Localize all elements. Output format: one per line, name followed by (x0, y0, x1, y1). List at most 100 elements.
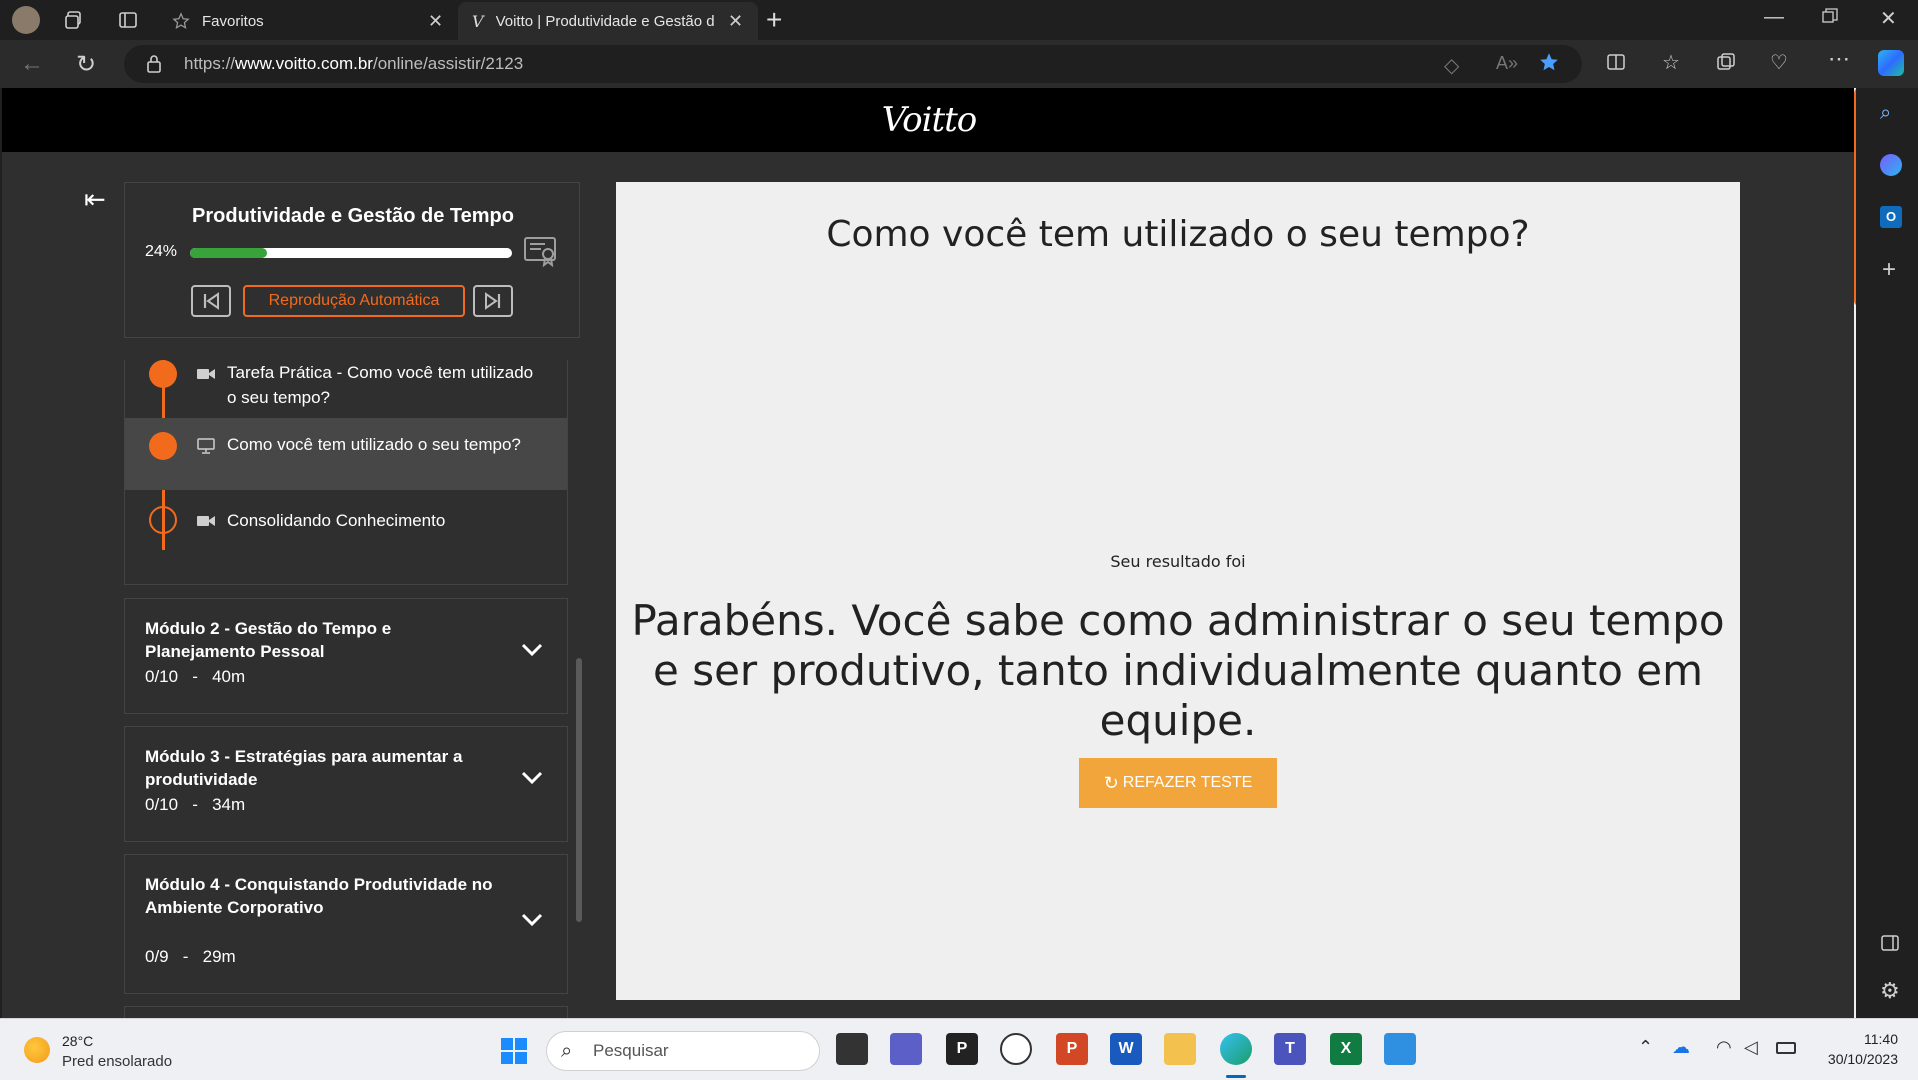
chevron-down-icon[interactable] (521, 771, 543, 790)
monitor-icon (197, 436, 215, 461)
weather-description[interactable]: Pred ensolarado (62, 1053, 172, 1070)
workspaces-icon[interactable] (62, 8, 86, 32)
favorites-icon[interactable]: ☆ (1662, 50, 1680, 75)
collapse-sidebar-icon[interactable]: ⇤ (84, 184, 106, 215)
tab-favoritos[interactable]: Favoritos ✕ (160, 2, 450, 40)
p-app-icon[interactable]: P (946, 1033, 978, 1065)
module-meta: 0/9 - 29m (145, 947, 236, 966)
list-item[interactable]: Como você tem utilizado o seu tempo? (125, 418, 567, 490)
split-screen-icon[interactable] (1606, 52, 1626, 72)
notepad-icon[interactable] (1384, 1033, 1416, 1065)
site-header: Voitto (2, 88, 1856, 152)
previous-lesson-button[interactable] (191, 285, 231, 317)
lesson-label: Como você tem utilizado o seu tempo? (227, 435, 521, 454)
teams-chat-icon[interactable] (890, 1033, 922, 1065)
volume-icon[interactable]: ◁ (1744, 1037, 1758, 1058)
chevron-down-icon[interactable] (521, 643, 543, 662)
url-text[interactable]: https://www.voitto.com.br/online/assisti… (184, 54, 523, 74)
tracking-icon[interactable]: ◇ (1444, 53, 1459, 78)
tab-title: Favoritos (202, 12, 264, 30)
current-dot (149, 432, 177, 460)
url-domain: www.voitto.com.br (235, 54, 373, 73)
back-icon[interactable]: ← (20, 50, 44, 78)
more-icon[interactable]: ⋯ (1828, 46, 1850, 72)
list-item[interactable]: Consolidando Conhecimento (125, 490, 567, 550)
taskbar-search[interactable]: ⌕ Pesquisar (546, 1031, 820, 1071)
autoplay-button[interactable]: Reprodução Automática (243, 285, 465, 317)
edge-sidebar: ⌕ O + ⚙ (1866, 88, 1918, 1018)
progress-bar (190, 248, 512, 258)
refresh-icon[interactable]: ↻ (76, 50, 96, 79)
chevron-up-icon[interactable]: ⌃ (1638, 1037, 1653, 1058)
file-explorer-icon[interactable] (1164, 1033, 1196, 1065)
settings-gear-icon[interactable]: ⚙ (1880, 978, 1900, 1004)
clock-app-icon[interactable] (1000, 1033, 1032, 1065)
powerpoint-icon[interactable]: P (1056, 1033, 1088, 1065)
tab-title: Voitto | Produtividade e Gestão d (495, 12, 715, 30)
module-2-card[interactable]: Módulo 2 - Gestão do Tempo e Planejament… (124, 598, 568, 714)
minimize-icon[interactable]: — (1764, 6, 1784, 29)
redo-test-button[interactable]: ↻ REFAZER TESTE (1079, 758, 1277, 808)
onedrive-icon[interactable]: ☁ (1672, 1037, 1690, 1058)
windows-taskbar: 28°C Pred ensolarado ⌕ Pesquisar P P W T… (0, 1018, 1918, 1080)
browser-toolbar: ← ↻ https://www.voitto.com.br/online/ass… (0, 40, 1918, 88)
tab-voitto[interactable]: V Voitto | Produtividade e Gestão d ✕ (458, 2, 758, 40)
progress-percent: 24% (145, 243, 178, 260)
close-icon[interactable]: ✕ (728, 11, 743, 32)
copilot-sidebar-icon[interactable] (1880, 154, 1902, 176)
page-viewport: Voitto ⇤ Produtividade e Gestão de Tempo… (2, 88, 1856, 1018)
close-icon[interactable]: ✕ (428, 11, 443, 32)
sidebar-scrollbar[interactable] (576, 658, 582, 922)
voitto-logo[interactable]: Voitto (882, 100, 978, 140)
vertical-tabs-icon[interactable] (116, 8, 140, 32)
weather-icon[interactable] (24, 1037, 50, 1063)
task-view-icon[interactable] (836, 1033, 868, 1065)
chevron-down-icon[interactable] (521, 913, 543, 932)
certificate-icon[interactable] (523, 235, 559, 272)
course-title: Produtividade e Gestão de Tempo (192, 205, 514, 227)
page-scrollbar-thumb[interactable] (1854, 88, 1856, 306)
address-bar[interactable]: https://www.voitto.com.br/online/assisti… (124, 45, 1582, 83)
list-item[interactable]: Tarefa Prática - Como você tem utilizado… (125, 360, 567, 418)
hide-sidebar-icon[interactable] (1880, 934, 1900, 952)
teams-icon[interactable]: T (1274, 1033, 1306, 1065)
refresh-icon: ↻ (1103, 772, 1119, 793)
battery-icon[interactable] (1776, 1042, 1796, 1054)
copilot-icon[interactable] (1878, 50, 1904, 76)
restore-icon[interactable] (1822, 8, 1838, 24)
clock-date[interactable]: 30/10/2023 (1816, 1051, 1898, 1067)
favorite-star-icon[interactable] (1538, 51, 1560, 73)
weather-temperature[interactable]: 28°C (62, 1033, 93, 1049)
module-3-card[interactable]: Módulo 3 - Estratégias para aumentar a p… (124, 726, 568, 842)
redo-test-label: REFAZER TESTE (1122, 774, 1253, 791)
module-4-card[interactable]: Módulo 4 - Conquistando Produtividade no… (124, 854, 568, 994)
course-card: Produtividade e Gestão de Tempo 24% Repr… (124, 182, 580, 338)
voitto-favicon-icon: V (472, 11, 484, 31)
next-lesson-button[interactable] (473, 285, 513, 317)
search-icon[interactable]: ⌕ (1880, 102, 1891, 125)
result-text: Parabéns. Você sabe como administrar o s… (631, 596, 1725, 745)
active-app-indicator (1226, 1075, 1246, 1078)
windows-start-icon[interactable] (500, 1037, 528, 1065)
lesson-label: Consolidando Conhecimento (227, 511, 446, 530)
clock-time[interactable]: 11:40 (1852, 1031, 1898, 1047)
outlook-icon[interactable]: O (1880, 206, 1902, 228)
lock-icon[interactable] (146, 54, 162, 74)
browser-tab-bar: Favoritos ✕ V Voitto | Produtividade e G… (0, 0, 1918, 40)
add-icon[interactable]: + (1882, 256, 1896, 284)
edge-icon[interactable] (1220, 1033, 1252, 1065)
word-icon[interactable]: W (1110, 1033, 1142, 1065)
module-5-card[interactable] (124, 1006, 568, 1018)
wifi-icon[interactable]: ◠ (1716, 1037, 1732, 1058)
performance-icon[interactable]: ♡ (1770, 50, 1788, 75)
read-aloud-icon[interactable]: A» (1496, 53, 1518, 74)
progress-fill (190, 248, 268, 258)
new-tab-icon[interactable]: + (766, 4, 782, 36)
skip-forward-icon (485, 292, 501, 310)
profile-avatar[interactable] (12, 6, 40, 34)
excel-icon[interactable]: X (1330, 1033, 1362, 1065)
collections-icon[interactable] (1716, 52, 1736, 72)
video-icon (197, 510, 215, 535)
module-title: Módulo 3 - Estratégias para aumentar a p… (145, 747, 463, 789)
window-close-icon[interactable]: ✕ (1880, 6, 1897, 31)
